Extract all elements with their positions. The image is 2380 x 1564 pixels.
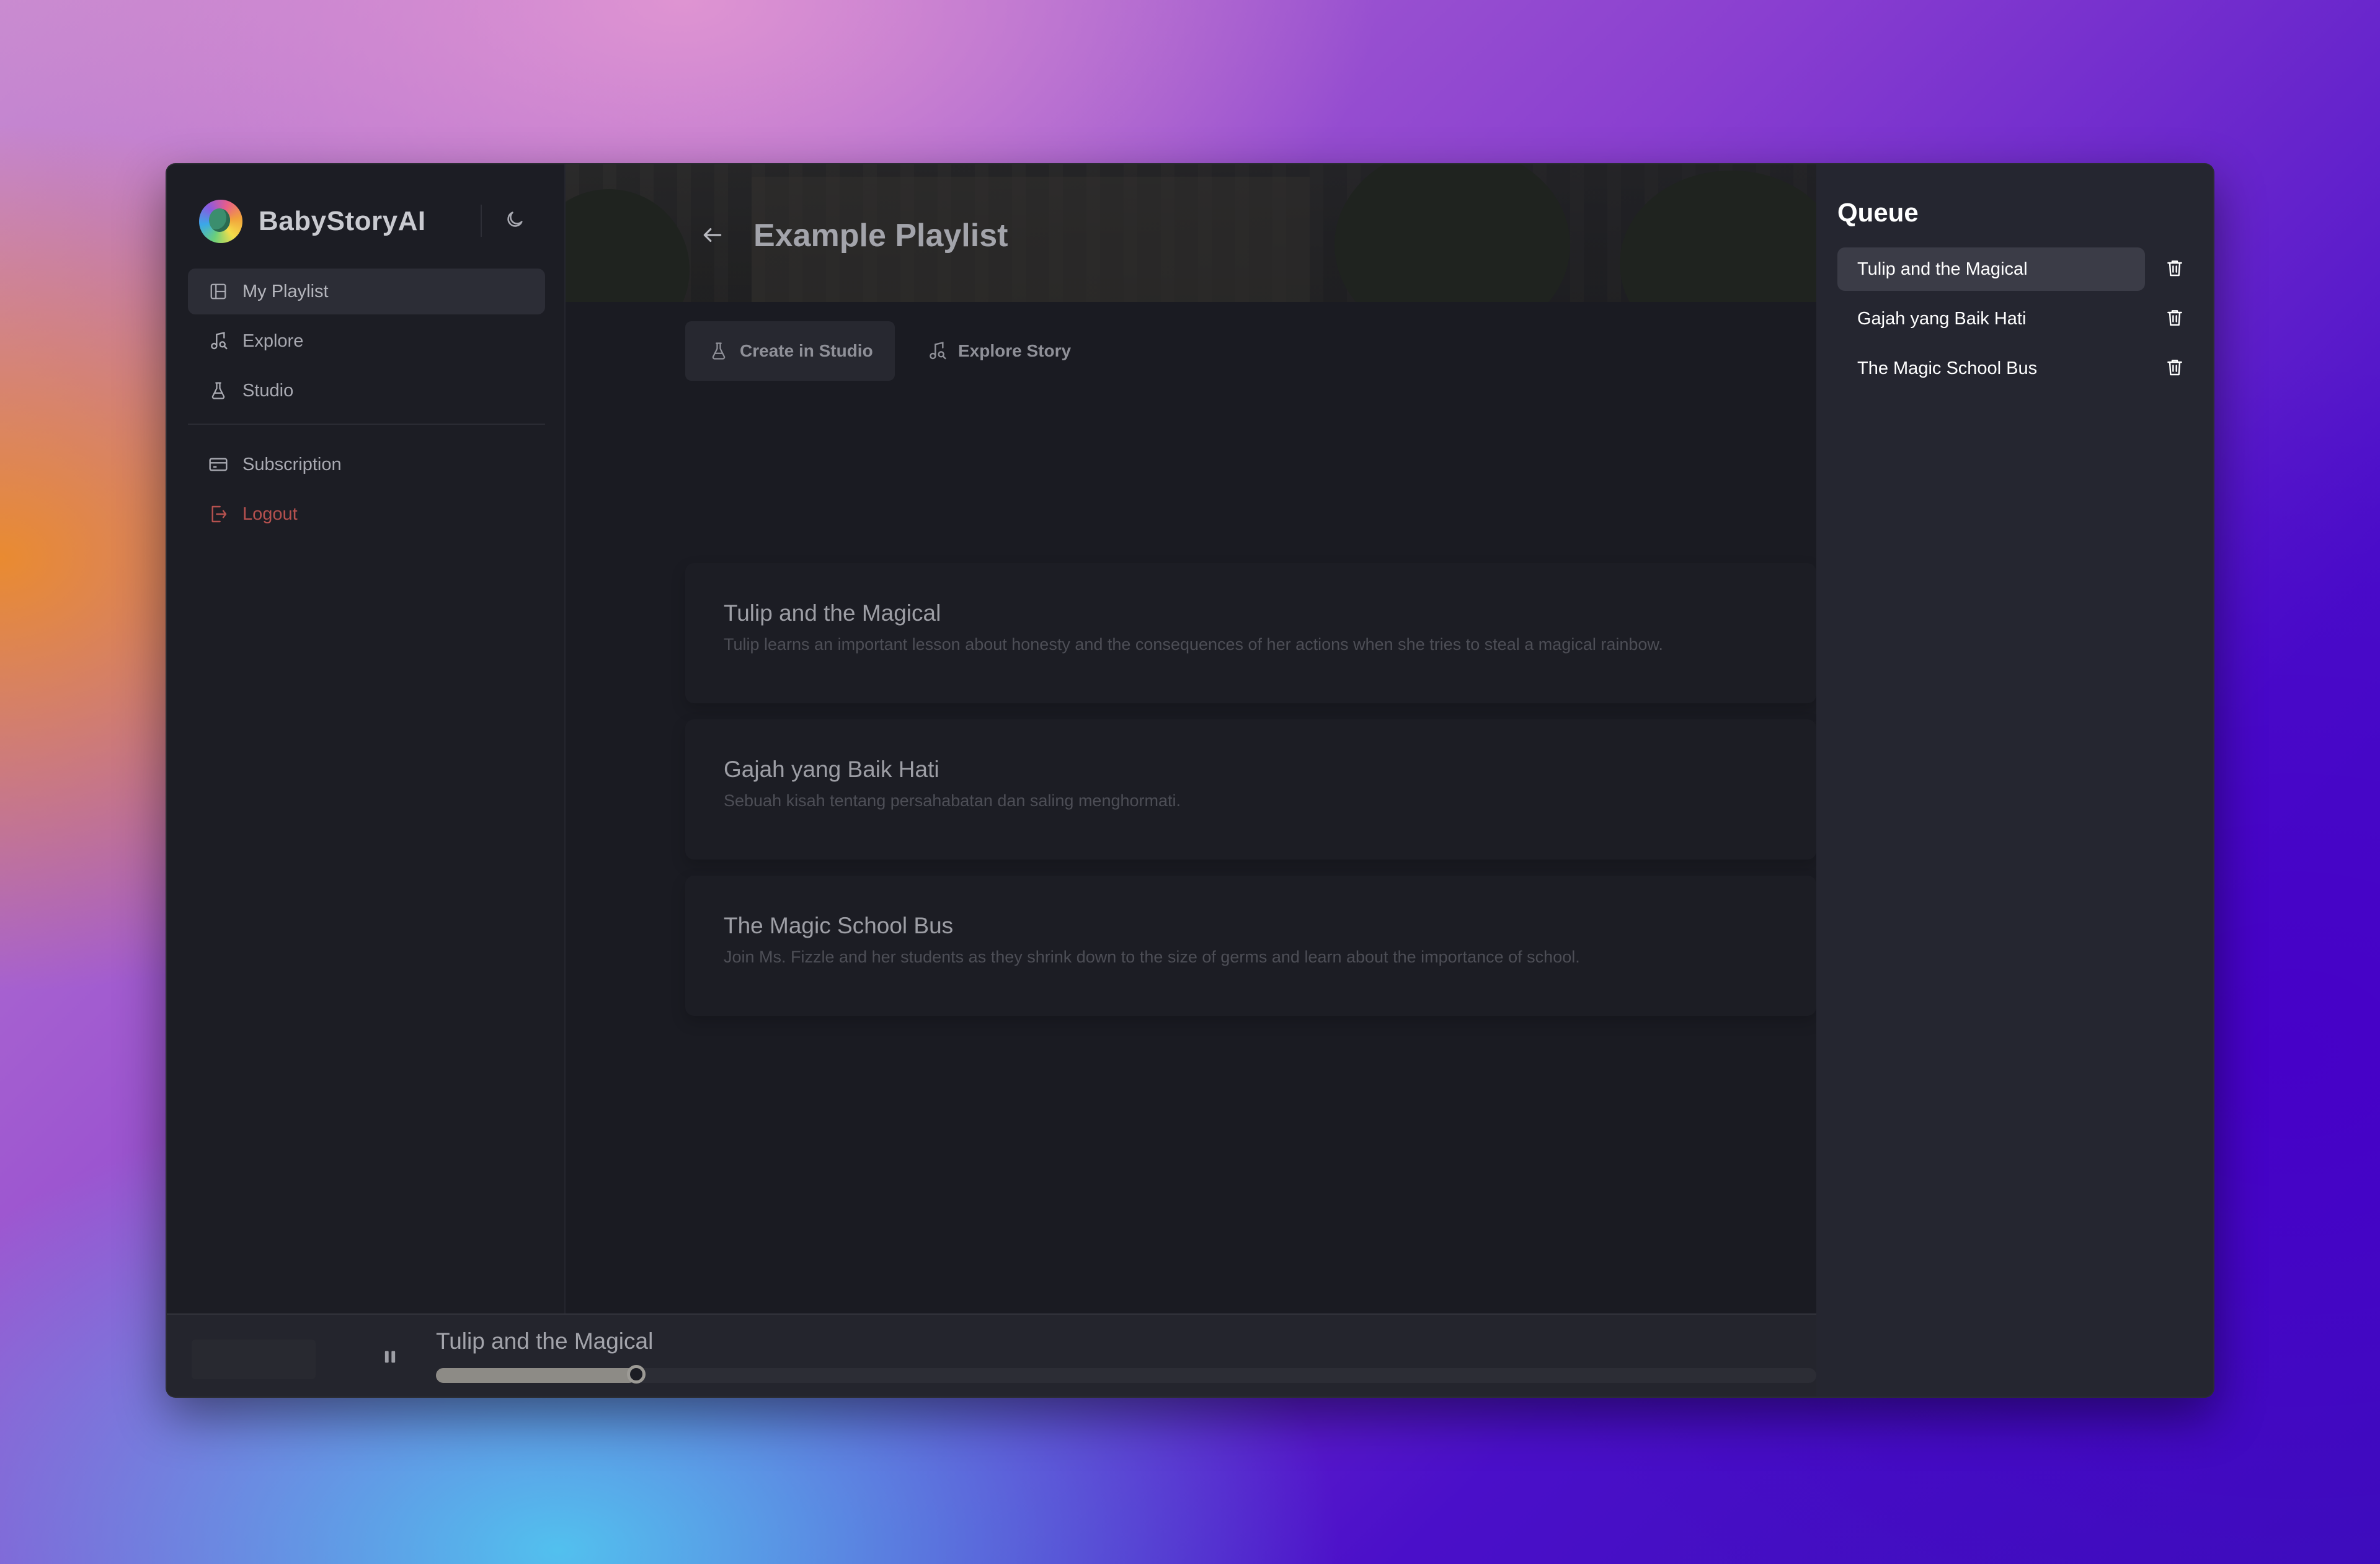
progress-handle[interactable] (626, 1365, 646, 1384)
moon-icon (504, 209, 525, 233)
create-in-studio-label: Create in Studio (740, 341, 873, 360)
sidebar-item-label: My Playlist (242, 281, 329, 301)
sidebar-item-logout[interactable]: Logout (188, 491, 545, 537)
brand-divider (481, 205, 482, 237)
sidebar-item-label: Studio (242, 380, 294, 401)
story-description: Sebuah kisah tentang persahabatan dan sa… (724, 791, 1181, 810)
pause-icon (381, 1348, 399, 1369)
queue-item[interactable]: Gajah yang Baik Hati (1837, 297, 2145, 340)
queue-item[interactable]: The Magic School Bus (1837, 347, 2145, 390)
story-card[interactable]: Tulip and the Magical Tulip learns an im… (685, 563, 1816, 703)
story-title: The Magic School Bus (724, 913, 954, 938)
music-search-icon (208, 331, 229, 352)
sidebar-item-label: Subscription (242, 454, 342, 474)
queue-item-title: Tulip and the Magical (1857, 259, 2028, 279)
sidebar-item-my-playlist[interactable]: My Playlist (188, 269, 545, 314)
sidebar: BabyStoryAI My Playlist Explore Studio S… (167, 164, 566, 1313)
remove-from-queue-button[interactable] (2156, 300, 2193, 337)
sidebar-item-label: Logout (242, 504, 298, 524)
sidebar-item-label: Explore (242, 331, 304, 351)
story-card[interactable]: The Magic School Bus Join Ms. Fizzle and… (685, 876, 1816, 1016)
brand[interactable]: BabyStoryAI (199, 197, 426, 246)
queue-item-title: Gajah yang Baik Hati (1857, 308, 2027, 329)
queue-title: Queue (1837, 198, 1919, 227)
flask-icon (708, 340, 730, 362)
app-window: BabyStoryAI My Playlist Explore Studio S… (166, 163, 2214, 1398)
sidebar-item-explore[interactable]: Explore (188, 318, 545, 364)
remove-from-queue-button[interactable] (2156, 251, 2193, 288)
story-title: Gajah yang Baik Hati (724, 757, 939, 782)
logout-icon (208, 504, 229, 525)
progress-bar[interactable] (436, 1365, 1816, 1384)
pause-button[interactable] (371, 1340, 409, 1377)
trash-icon (2165, 258, 2185, 281)
explore-story-label: Explore Story (958, 341, 1072, 360)
theme-toggle-button[interactable] (495, 202, 534, 240)
now-playing-title: Tulip and the Magical (436, 1328, 654, 1354)
create-in-studio-button[interactable]: Create in Studio (685, 321, 895, 381)
explore-story-button[interactable]: Explore Story (911, 321, 1078, 381)
playlist-icon (208, 281, 229, 302)
queue-item[interactable]: Tulip and the Magical (1837, 247, 2145, 291)
story-title: Tulip and the Magical (724, 600, 941, 626)
queue-panel: Queue Tulip and the Magical Gajah yang B… (1816, 164, 2213, 1397)
story-description: Tulip learns an important lesson about h… (724, 635, 1663, 654)
dragon-logo-icon (199, 200, 242, 243)
arrow-left-icon (701, 223, 724, 250)
main-app: BabyStoryAI My Playlist Explore Studio S… (167, 164, 1816, 1397)
nav-divider (188, 424, 545, 425)
queue-item-title: The Magic School Bus (1857, 358, 2038, 378)
credit-card-icon (208, 454, 229, 475)
audio-player: Tulip and the Magical (167, 1313, 1816, 1397)
story-card[interactable]: Gajah yang Baik Hati Sebuah kisah tentan… (685, 719, 1816, 860)
flask-icon (208, 380, 229, 401)
page-title: Example Playlist (753, 218, 1008, 254)
trash-icon (2165, 308, 2185, 331)
story-description: Join Ms. Fizzle and her students as they… (724, 948, 1580, 966)
brand-name: BabyStoryAI (259, 206, 426, 236)
music-search-icon (926, 340, 948, 362)
remove-from-queue-button[interactable] (2156, 350, 2193, 387)
back-button[interactable] (694, 218, 731, 255)
player-thumbnail (192, 1340, 316, 1379)
progress-fill (436, 1368, 636, 1383)
trash-icon (2165, 357, 2185, 380)
sidebar-item-studio[interactable]: Studio (188, 368, 545, 414)
sidebar-item-subscription[interactable]: Subscription (188, 442, 545, 487)
